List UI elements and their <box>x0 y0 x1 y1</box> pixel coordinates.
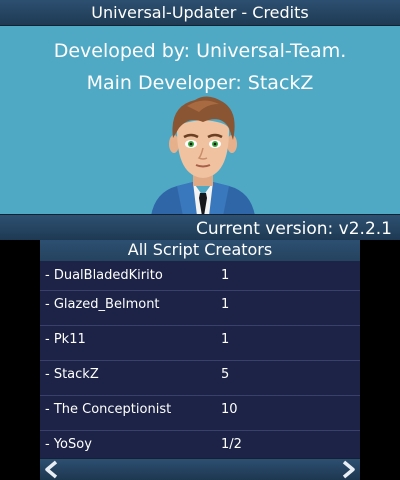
list-item[interactable]: - The Conceptionist 10 <box>40 396 360 431</box>
navigation-footer <box>40 458 360 480</box>
bottom-screen: All Script Creators - DualBladedKirito 1… <box>40 240 360 480</box>
list-item[interactable]: - Pk11 1 <box>40 326 360 361</box>
creator-name: - YoSoy <box>45 437 92 452</box>
creator-name: - Pk11 <box>45 332 86 347</box>
script-count: 1 <box>221 268 230 283</box>
script-creators-header: All Script Creators <box>40 240 360 261</box>
script-count: 1 <box>221 332 230 347</box>
window-title: Universal-Updater - Credits <box>91 3 309 22</box>
creator-name: - StackZ <box>45 367 99 382</box>
creator-name: - Glazed_Belmont <box>45 297 160 312</box>
title-bar: Universal-Updater - Credits <box>0 0 400 26</box>
list-item[interactable]: - Glazed_Belmont 1 <box>40 291 360 326</box>
creators-list[interactable]: - DualBladedKirito 1 - Glazed_Belmont 1 … <box>40 262 360 466</box>
script-count: 1/2 <box>221 437 242 452</box>
list-item[interactable]: - StackZ 5 <box>40 361 360 396</box>
main-developer-text: Main Developer: StackZ <box>86 72 314 94</box>
creator-name: - The Conceptionist <box>45 402 172 417</box>
script-count: 5 <box>221 367 230 382</box>
current-version: Current version: v2.2.1 <box>196 219 392 239</box>
developed-by-text: Developed by: Universal-Team. <box>53 40 347 62</box>
script-count: 1 <box>221 297 230 312</box>
chevron-left-icon[interactable] <box>42 460 62 479</box>
developer-avatar <box>151 96 255 216</box>
chevron-right-icon[interactable] <box>338 460 358 479</box>
script-count: 10 <box>221 402 238 417</box>
creator-name: - DualBladedKirito <box>45 268 163 283</box>
top-screen: Universal-Updater - Credits Developed by… <box>0 0 400 240</box>
list-item[interactable]: - DualBladedKirito 1 <box>40 262 360 291</box>
version-bar: Current version: v2.2.1 <box>0 214 400 240</box>
